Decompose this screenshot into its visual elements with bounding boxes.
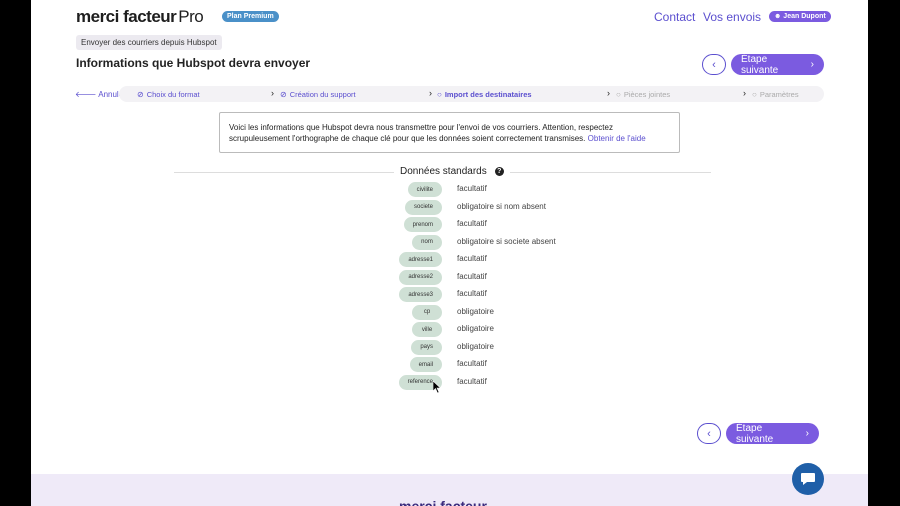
circle-icon: ○ — [616, 90, 621, 99]
field-requirement: facultatif — [457, 254, 487, 263]
step-import-des-destinataires[interactable]: ○ Import des destinataires — [437, 90, 532, 99]
field-row: adresse1 facultatif — [31, 252, 868, 268]
field-key-chip[interactable]: adresse3 — [399, 287, 442, 302]
field-row: civilite facultatif — [31, 182, 868, 198]
step-pieces-jointes: ○ Pièces jointes — [616, 90, 670, 99]
field-requirement: obligatoire — [457, 341, 494, 351]
field-row: societe obligatoire si nom absent — [31, 199, 868, 216]
next-step-label: Étape suivante — [741, 53, 779, 76]
chat-button[interactable] — [792, 463, 824, 495]
field-row: pays obligatoire — [31, 339, 868, 356]
chevron-right-icon: › — [805, 428, 809, 439]
previous-button-bottom[interactable]: ‹ — [697, 423, 721, 444]
mouse-cursor-icon — [433, 381, 441, 393]
field-requirement: obligatoire si societe absent — [457, 236, 556, 246]
top-header: merci facteur Pro Plan Premium Contact Vo… — [31, 0, 868, 34]
stepper: 🡐 Annuler ⊘ Choix du format › ⊘ Création d… — [75, 86, 824, 102]
field-key-chip[interactable]: civilite — [407, 182, 442, 197]
help-link[interactable]: Obtenir de l'aide — [588, 134, 646, 143]
field-row: reference facultatif — [31, 374, 868, 391]
field-key-chip[interactable]: adresse2 — [399, 269, 442, 285]
page-title: Informations que Hubspot devra envoyer — [76, 56, 311, 70]
chevron-right-icon: › — [271, 88, 274, 98]
chevron-left-icon: ‹ — [712, 58, 716, 71]
field-key-chip[interactable]: prenom — [403, 217, 442, 232]
chat-icon — [801, 473, 815, 485]
field-requirement: facultatif — [457, 219, 487, 228]
section-title: Données standards — [400, 166, 487, 177]
check-circle-icon: ⊘ — [280, 90, 287, 99]
info-box: Voici les informations que Hubspot devra… — [219, 112, 680, 153]
field-row: email facultatif — [31, 357, 868, 373]
field-key-chip[interactable]: email — [409, 357, 442, 372]
question-icon[interactable]: ? — [494, 167, 504, 176]
plan-badge: Plan Premium — [222, 11, 279, 22]
step-label: Pièces jointes — [623, 90, 671, 99]
step-choix-du-format[interactable]: ⊘ Choix du format — [137, 90, 200, 99]
field-requirement: facultatif — [457, 184, 487, 193]
field-row: adresse3 facultatif — [31, 287, 868, 303]
field-row: adresse2 facultatif — [31, 269, 868, 286]
nav-envois-link[interactable]: Vos envois — [703, 10, 761, 24]
field-requirement: obligatoire si nom absent — [457, 201, 546, 211]
footer-logo: merci facteur — [399, 498, 487, 506]
logo-suffix: Pro — [178, 7, 204, 26]
section-header: Données standards ? — [394, 166, 510, 177]
field-key-chip[interactable]: nom — [412, 234, 442, 250]
field-row: nom obligatoire si societe absent — [31, 234, 868, 251]
step-label: Création du support — [289, 90, 356, 99]
chevron-right-icon: › — [810, 59, 814, 70]
next-step-button[interactable]: Étape suivante › — [731, 53, 824, 76]
check-circle-icon: ⊘ — [137, 90, 144, 99]
previous-button[interactable]: ‹ — [702, 54, 726, 75]
chevron-right-icon: › — [607, 88, 610, 98]
circle-icon: ○ — [437, 90, 442, 99]
next-step-label: Étape suivante — [736, 422, 774, 445]
circle-icon: ○ — [752, 90, 757, 99]
field-row: cp obligatoire — [31, 304, 868, 321]
field-key-chip[interactable]: ville — [412, 322, 442, 337]
step-label: Paramètres — [759, 90, 799, 99]
field-key-chip[interactable]: cp — [412, 304, 442, 320]
info-text: Voici les informations que Hubspot devra… — [229, 123, 613, 143]
field-row: prenom facultatif — [31, 217, 868, 233]
user-menu[interactable]: ☻ Jean Dupont — [769, 11, 831, 22]
chevron-right-icon: › — [429, 88, 432, 98]
steps-bar: ⊘ Choix du format › ⊘ Création du support … — [119, 86, 824, 102]
field-requirement: facultatif — [457, 376, 487, 386]
logo[interactable]: merci facteur Pro — [76, 7, 204, 27]
field-requirement: facultatif — [457, 359, 487, 368]
field-requirement: obligatoire — [457, 324, 494, 333]
chevron-left-icon: ‹ — [707, 427, 711, 440]
field-key-chip[interactable]: societe — [404, 199, 442, 215]
field-key-chip[interactable]: pays — [411, 339, 442, 355]
field-row: ville obligatoire — [31, 322, 868, 338]
breadcrumb: Envoyer des courriers depuis Hubspot — [76, 35, 222, 50]
field-requirement: obligatoire — [457, 306, 494, 316]
field-requirement: facultatif — [457, 289, 487, 298]
next-step-button-bottom[interactable]: Étape suivante › — [726, 422, 819, 445]
chevron-right-icon: › — [743, 88, 746, 98]
field-requirement: facultatif — [457, 271, 487, 281]
page: merci facteur Pro Plan Premium Contact Vo… — [31, 0, 868, 506]
nav-contact-link[interactable]: Contact — [654, 10, 695, 24]
field-key-chip[interactable]: adresse1 — [399, 252, 442, 267]
step-parametres: ○ Paramètres — [752, 90, 799, 99]
logo-text: merci facteur — [76, 7, 177, 26]
step-label: Choix du format — [146, 90, 200, 99]
step-creation-du-support[interactable]: ⊘ Création du support — [280, 90, 356, 99]
step-label: Import des destinataires — [444, 90, 532, 99]
